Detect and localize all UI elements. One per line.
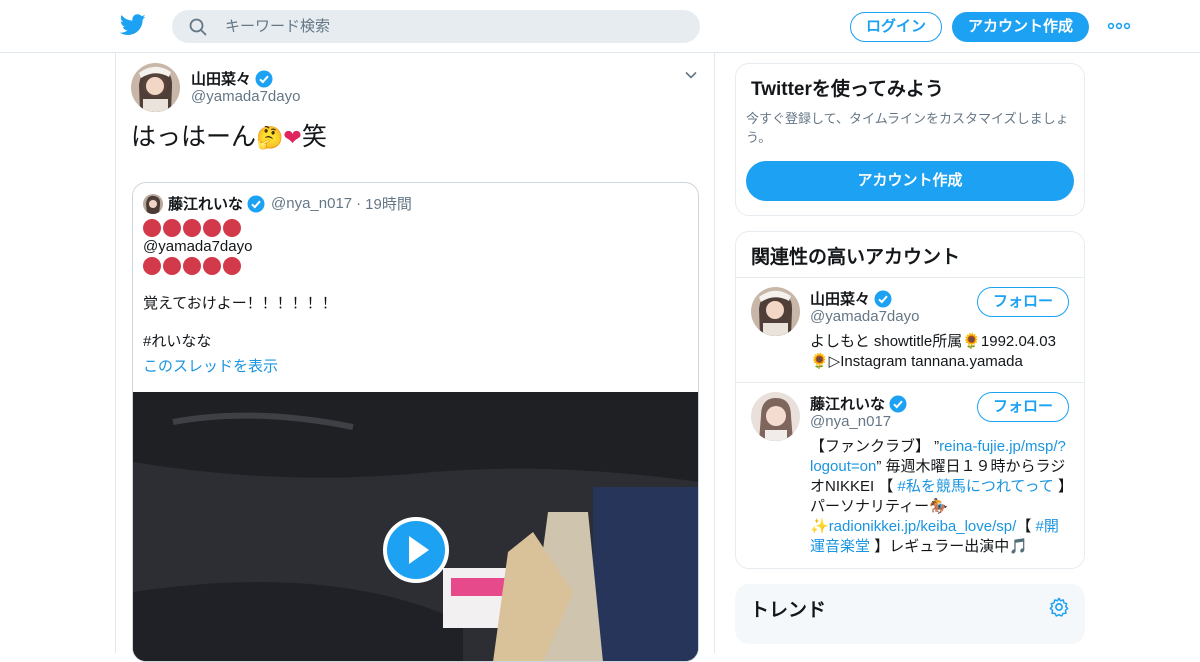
angry-face-emoji <box>183 219 201 237</box>
avatar-image <box>131 63 180 112</box>
search-icon <box>189 18 207 35</box>
account-name-text[interactable]: 山田菜々 <box>810 288 870 309</box>
bio-text: 【ファンクラブ】 ” <box>810 438 940 455</box>
verified-badge-icon <box>247 195 265 212</box>
card-title: トレンド <box>750 600 827 621</box>
account-name-text[interactable]: 藤江れいな <box>810 393 885 414</box>
tweet-text: はっはーん🤔❤笑 <box>131 121 327 154</box>
account-item[interactable]: 山田菜々 @yamada7dayo フォロー よしもと showtitle所属🌻… <box>736 277 1084 382</box>
quoted-avatar-image <box>143 193 163 214</box>
angry-face-emoji <box>143 219 161 237</box>
card-title: Twitterを使ってみよう <box>751 79 944 100</box>
angry-face-emoji <box>223 219 241 237</box>
related-accounts-card: 関連性の高いアカウント 山田菜々 @yamada7dayo フォロー よしもと … <box>735 231 1085 569</box>
angry-face-emoji <box>143 257 161 275</box>
angry-face-emoji <box>163 257 181 275</box>
angry-emoji-row <box>143 257 337 275</box>
account-handle[interactable]: @nya_n017 <box>810 413 891 430</box>
bio-link[interactable]: radionikkei.jp/keiba_love/sp/ <box>829 518 1017 535</box>
avatar-image <box>751 287 800 336</box>
bio-text: 】レギュラー出演中🎵 <box>874 538 1028 555</box>
account-name[interactable]: 藤江れいな <box>810 393 907 414</box>
author-name[interactable]: 山田菜々 <box>191 68 273 89</box>
red-heart-emoji: ❤ <box>283 125 302 150</box>
verified-badge-icon <box>874 290 892 307</box>
avatar[interactable] <box>751 392 800 441</box>
card-description: 今すぐ登録して、タイムラインをカスタマイズしましょう。 <box>746 111 1069 145</box>
quoted-hashtag: #れいなな <box>143 333 212 350</box>
angry-emoji-row <box>143 219 337 237</box>
top-nav-bar: ログイン アカウント作成 <box>0 0 1200 53</box>
show-thread-link[interactable]: このスレッドを表示 <box>143 357 337 377</box>
angry-face-emoji <box>223 257 241 275</box>
angry-face-emoji <box>183 257 201 275</box>
quoted-tweet-header: 藤江れいな @nya_n017 · 19時間 <box>143 193 412 214</box>
account-item[interactable]: 藤江れいな @nya_n017 フォロー 【ファンクラブ】 ”reina-fuj… <box>736 382 1084 568</box>
sidebar-signup-button[interactable]: アカウント作成 <box>746 161 1074 201</box>
chevron-down-icon[interactable] <box>684 68 698 82</box>
thinking-face-emoji: 🤔 <box>256 125 284 150</box>
quoted-avatar <box>143 193 163 214</box>
search-input[interactable] <box>223 17 667 36</box>
quoted-tweet[interactable]: 藤江れいな @nya_n017 · 19時間 @yamada7dayo 覚えてお… <box>132 182 699 662</box>
separator-dot: · <box>356 195 362 212</box>
try-twitter-card: Twitterを使ってみよう 今すぐ登録して、タイムラインをカスタマイズしましょ… <box>735 63 1085 216</box>
more-icon[interactable] <box>1107 18 1131 34</box>
card-title: 関連性の高いアカウント <box>751 247 961 268</box>
account-name[interactable]: 山田菜々 <box>810 288 892 309</box>
tweet-column: 山田菜々 @yamada7dayo はっはーん🤔❤笑 藤江れいな @nya_n0… <box>115 53 715 662</box>
verified-badge-icon <box>255 70 273 87</box>
account-handle[interactable]: @yamada7dayo <box>810 308 919 325</box>
quoted-mention: @yamada7dayo <box>143 238 253 255</box>
angry-face-emoji <box>203 257 221 275</box>
account-bio: よしもと showtitle所属🌻1992.04.03🌻▷Instagram t… <box>810 333 1056 370</box>
verified-badge-icon <box>889 395 907 412</box>
angry-face-emoji <box>163 219 181 237</box>
quoted-author-name: 藤江れいな <box>168 196 244 213</box>
account-bio: 【ファンクラブ】 ”reina-fujie.jp/msp/?logout=on”… <box>810 437 1072 557</box>
bio-hashtag-link[interactable]: #私を競馬につれてって <box>898 478 1054 495</box>
avatar[interactable] <box>751 287 800 336</box>
bio-text: 【 <box>1016 518 1032 535</box>
trends-card: トレンド <box>735 584 1085 644</box>
login-button[interactable]: ログイン <box>850 12 942 42</box>
play-icon <box>409 536 429 564</box>
avatar[interactable] <box>131 63 180 112</box>
quoted-text-line: 覚えておけよー！！！！！！ <box>143 295 337 312</box>
search-box[interactable] <box>172 10 700 43</box>
signup-button[interactable]: アカウント作成 <box>952 12 1089 42</box>
avatar-image <box>751 392 800 441</box>
author-name-text[interactable]: 山田菜々 <box>191 68 251 89</box>
angry-face-emoji <box>203 219 221 237</box>
author-handle[interactable]: @yamada7dayo <box>191 88 300 105</box>
play-button[interactable] <box>383 517 449 583</box>
quoted-timestamp: 19時間 <box>365 196 412 213</box>
quoted-author-handle: @nya_n017 <box>271 195 353 212</box>
follow-button[interactable]: フォロー <box>977 287 1069 317</box>
video-player[interactable] <box>133 392 698 661</box>
tweet-text-tail: 笑 <box>301 123 327 151</box>
twitter-bird-icon[interactable] <box>120 13 146 37</box>
tweet-text-main: はっはーん <box>131 123 257 151</box>
follow-button[interactable]: フォロー <box>977 392 1069 422</box>
quoted-tweet-body: @yamada7dayo 覚えておけよー！！！！！！ #れいなな このスレッドを… <box>143 219 337 377</box>
gear-icon[interactable] <box>1048 596 1070 618</box>
